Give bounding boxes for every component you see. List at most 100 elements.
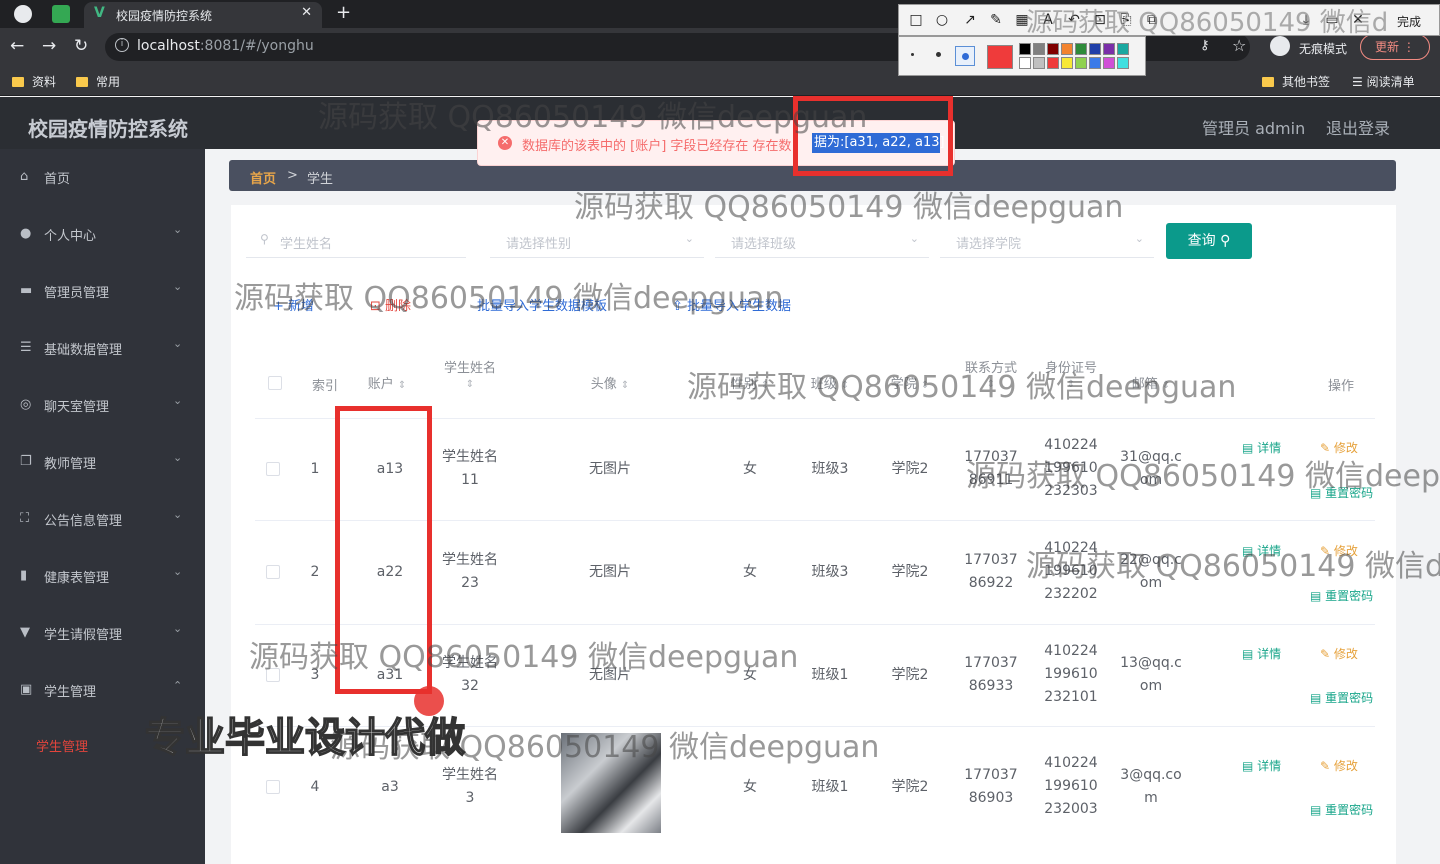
swatch[interactable] [1117,43,1129,55]
error-message-text: 数据库的该表中的 [账户] 字段已经存在 存在数 [522,139,792,154]
active-tab[interactable]: V 校园疫情防控系统 ✕ [84,2,322,28]
frame-icon: ⛶ [20,511,30,526]
current-color-swatch[interactable] [987,45,1013,69]
logout-link[interactable]: 退出登录 [1326,115,1390,139]
sheet-tab-icon[interactable] [52,5,70,23]
select-all-checkbox[interactable] [268,376,282,390]
sidebar-item-health[interactable]: ▮ 健康表管理 ⌄ [0,548,205,605]
chrome-icon[interactable] [14,5,32,23]
sidebar-item-basedata[interactable]: ☰ 基础数据管理 ⌄ [0,320,205,377]
bookmark-folder-ziliao[interactable]: 资料 [12,73,56,90]
chevron-down-icon: ⌄ [173,223,183,236]
swatch[interactable] [1075,43,1087,55]
site-info-icon[interactable]: i [115,38,129,52]
detail-button[interactable]: ▤ 详情 [1242,645,1281,662]
arrow-tool-icon[interactable]: ↗ [961,11,979,29]
chevron-down-icon: ⌄ [173,565,183,578]
pin-icon: ▼ [20,625,30,640]
breadcrumb-current: 学生 [307,172,334,187]
error-icon: ✕ [498,136,512,150]
close-tab-icon[interactable]: ✕ [301,5,312,20]
cell-class: 班级3 [811,461,849,477]
new-tab-icon[interactable]: + [336,2,351,23]
incognito-icon[interactable] [1270,36,1290,56]
sidebar-item-profile[interactable]: ● 个人中心 ⌄ [0,206,205,263]
done-button[interactable]: 完成 [1397,13,1421,30]
size-medium-dot[interactable] [936,52,941,57]
reload-icon[interactable]: ↻ [74,36,88,56]
watermark: 源码获取 QQ86050149 微信deepguan [249,640,799,675]
swatch[interactable] [1061,43,1073,55]
forward-icon[interactable]: → [42,36,56,56]
swatch[interactable] [1033,43,1045,55]
sidebar-item-home[interactable]: ⌂ 首页 [0,149,205,206]
sidebar-item-teacher[interactable]: ❐ 教师管理 ⌄ [0,434,205,491]
swatch[interactable] [1019,57,1031,69]
watermark: 源码获取 QQ86050149 微信d [1026,549,1440,584]
sidebar-item-chat[interactable]: ◎ 聊天室管理 ⌄ [0,377,205,434]
sidebar-item-notice[interactable]: ⛶ 公告信息管理 ⌄ [0,491,205,548]
header-student-name[interactable]: 学生姓名 ⇕ [435,357,505,391]
reset-password-button[interactable]: ▤ 重置密码 [1310,587,1373,604]
chevron-down-icon: ⌄ [173,508,183,521]
size-large-dot[interactable] [955,46,975,66]
back-icon[interactable]: ← [10,36,24,56]
cell-college: 学院2 [891,564,929,580]
cell-email: 3@qq.com [1120,767,1182,806]
row-checkbox[interactable] [266,780,280,794]
swatch[interactable] [1061,57,1073,69]
edit-button[interactable]: ✎ 修改 [1320,757,1358,774]
gender-select[interactable]: 请选择性别 ⌄ [490,224,704,258]
class-select[interactable]: 请选择班级 ⌄ [715,224,929,258]
watermark: 源码获取 QQ86050149 微信deep [966,459,1440,494]
chevron-down-icon: ⌄ [173,394,183,407]
edit-button[interactable]: ✎ 修改 [1320,645,1358,662]
rect-tool-icon[interactable]: □ [907,11,925,29]
chevron-down-icon: ⌄ [173,280,183,293]
cell-account: a3 [381,779,399,795]
submenu-student-active[interactable]: 学生管理 [36,736,88,755]
sidebar-item-leave[interactable]: ▼ 学生请假管理 ⌄ [0,605,205,662]
row-checkbox[interactable] [266,565,280,579]
swatch[interactable] [1089,57,1101,69]
header-account[interactable]: 账户 ⇕ [352,373,422,392]
swatch[interactable] [1019,43,1031,55]
student-name-input[interactable]: ⚲ 学生姓名 [246,224,466,258]
cell-student-name: 学生姓名11 [442,449,498,488]
cell-gender: 女 [743,779,757,795]
cell-class: 班级1 [811,667,849,683]
swatch[interactable] [1047,43,1059,55]
breadcrumb-home[interactable]: 首页 [250,168,276,187]
ellipse-tool-icon[interactable]: ○ [933,11,951,29]
size-small-dot[interactable] [911,53,914,56]
swatch[interactable] [1103,43,1115,55]
other-bookmarks[interactable]: 其他书签 [1262,73,1330,90]
search-button[interactable]: 查询 ⚲ [1166,223,1252,259]
bar-chart-icon: ▮ [20,568,28,583]
watermark: 源码获取 QQ86050149 微信deepguan [687,370,1237,405]
swatch[interactable] [1047,57,1059,69]
reset-password-button[interactable]: ▤ 重置密码 [1310,689,1373,706]
sidebar-item-admin[interactable]: ▬ 管理员管理 ⌄ [0,263,205,320]
cell-class: 班级1 [811,779,849,795]
key-icon[interactable]: ⚷ [1200,38,1210,53]
reset-password-button[interactable]: ▤ 重置密码 [1310,801,1373,818]
list-icon: ☰ [20,340,32,355]
header-avatar[interactable]: 头像 ⇕ [570,373,650,392]
college-select[interactable]: 请选择学院 ⌄ [940,224,1154,258]
pen-tool-icon[interactable]: ✎ [987,11,1005,29]
row-checkbox[interactable] [266,462,280,476]
swatch[interactable] [1117,57,1129,69]
header-index: 索引 [311,379,338,394]
detail-button[interactable]: ▤ 详情 [1242,757,1281,774]
swatch[interactable] [1033,57,1045,69]
chevron-down-icon: ⌄ [173,337,183,350]
bookmark-folder-changyong[interactable]: 常用 [76,73,120,90]
swatch[interactable] [1103,57,1115,69]
watermark: 源码获取 QQ86050149 微信deepguan [574,190,1124,225]
reading-list[interactable]: ☰ 阅读清单 [1352,73,1415,90]
chevron-down-icon: ⌄ [173,622,183,635]
swatch[interactable] [1075,57,1087,69]
monitor-icon: ▬ [20,283,33,298]
swatch[interactable] [1089,43,1101,55]
